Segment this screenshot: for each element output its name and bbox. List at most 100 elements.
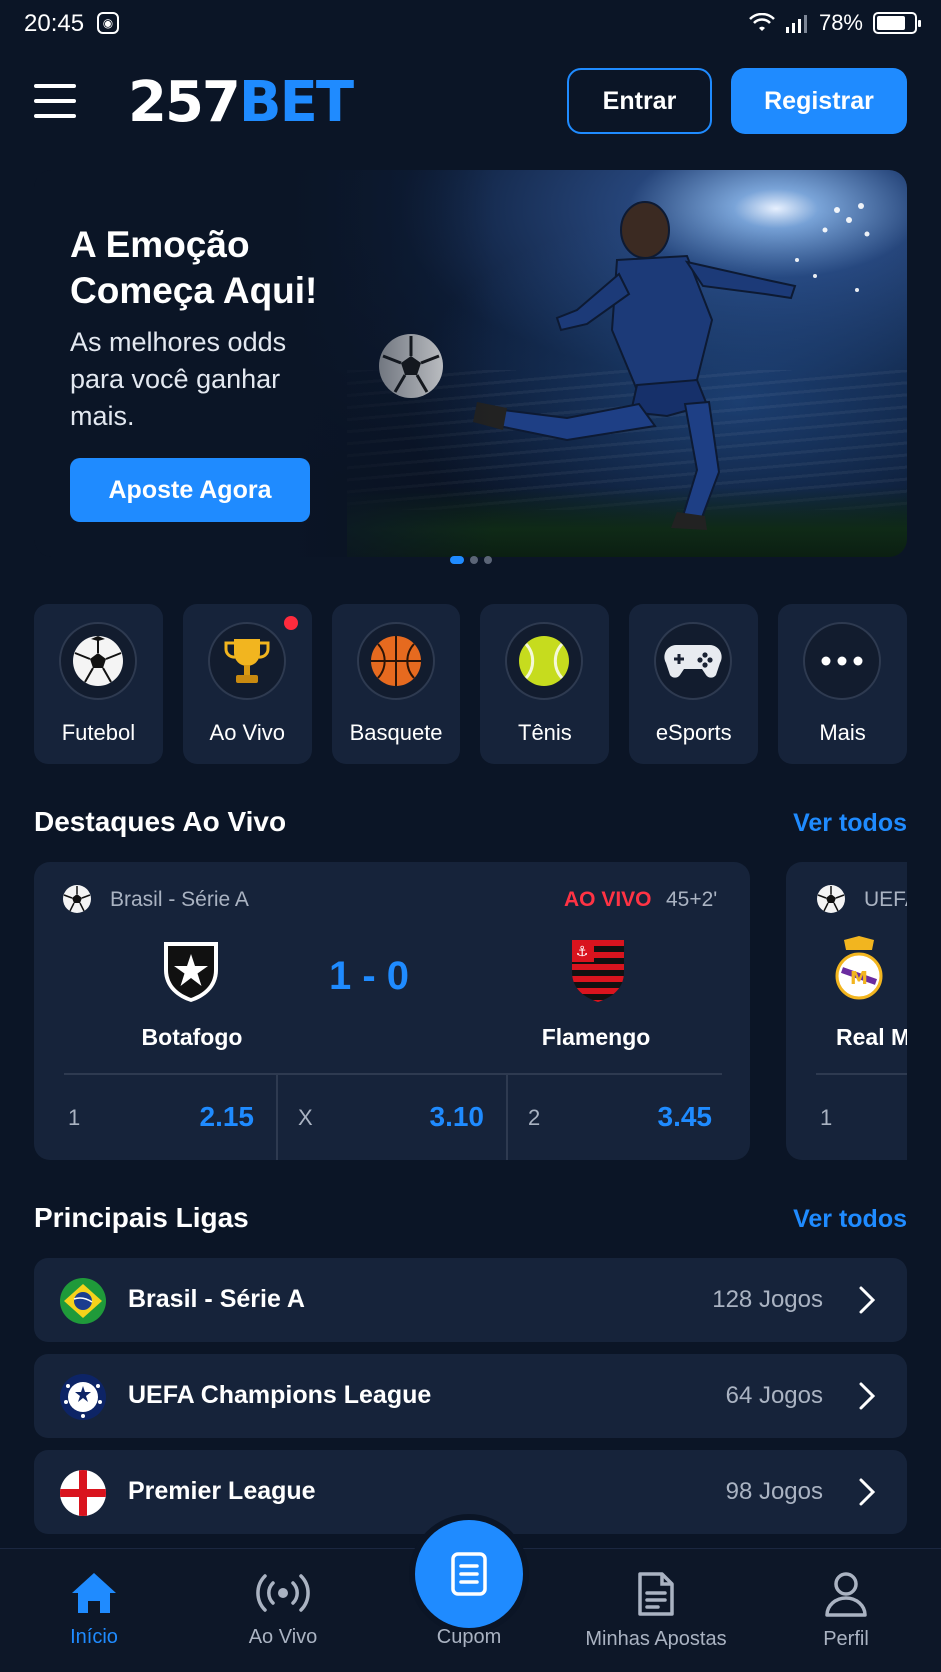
- live-status-badge: AO VIVO: [564, 888, 652, 911]
- user-icon: [825, 1572, 867, 1617]
- notification-badge: [283, 616, 298, 630]
- match-minute: 45+2': [666, 888, 718, 911]
- nav-home[interactable]: Início: [14, 1571, 174, 1649]
- sport-futebol[interactable]: Futebol: [34, 604, 163, 764]
- menu-icon[interactable]: [34, 84, 76, 118]
- sports-categories: Futebol Ao Vivo Basquete Tênis eSports M…: [34, 604, 907, 764]
- sport-label: Tênis: [518, 720, 572, 745]
- more-dots-icon: [803, 622, 882, 700]
- chevron-right-icon: [859, 1382, 876, 1410]
- odd-label[interactable]: 1: [820, 1105, 832, 1131]
- odd-home-button[interactable]: 1 2.15: [68, 1075, 254, 1160]
- logo[interactable]: 257BET: [128, 70, 354, 135]
- battery-percent: 78%: [818, 10, 863, 35]
- coupon-label: Cupom: [436, 1626, 502, 1648]
- nav-label: Início: [70, 1626, 118, 1648]
- sport-mais[interactable]: Mais: [778, 604, 907, 764]
- home-team: Botafogo: [141, 1024, 243, 1050]
- nav-my-bets[interactable]: Minhas Apostas: [576, 1571, 736, 1651]
- carousel-dot[interactable]: [469, 556, 478, 564]
- league-name: Premier League: [128, 1477, 316, 1505]
- sport-ao-vivo[interactable]: Ao Vivo: [182, 604, 312, 764]
- leagues-section-title: Principais Ligas: [34, 1202, 249, 1233]
- odd-away-button[interactable]: 2 3.45: [528, 1075, 712, 1160]
- home-team: Real M: [836, 1024, 907, 1050]
- soccer-ball-icon: [63, 885, 91, 913]
- hero-banner[interactable]: A Emoção Começa Aqui! As melhores odds p…: [34, 170, 907, 557]
- sport-label: Futebol: [61, 720, 136, 745]
- home-icon: [72, 1573, 116, 1613]
- status-time: 20:45: [24, 10, 85, 37]
- live-match-card[interactable]: Brasil - Série A AO VIVO 45+2' Botafogo …: [34, 862, 750, 1160]
- nav-label: Perfil: [823, 1628, 869, 1650]
- league-game-count: 128 Jogos: [712, 1286, 823, 1313]
- nav-live[interactable]: Ao Vivo: [203, 1571, 363, 1649]
- odd-label: 1: [68, 1105, 81, 1130]
- tennis-ball-icon: [505, 622, 584, 700]
- league-game-count: 64 Jogos: [725, 1382, 823, 1409]
- leagues-see-all-link[interactable]: Ver todos: [793, 1205, 907, 1234]
- sport-basquete[interactable]: Basquete: [331, 604, 461, 764]
- gamepad-icon: [654, 622, 733, 700]
- sport-label: Basquete: [349, 720, 443, 745]
- nav-profile[interactable]: Perfil: [766, 1571, 926, 1651]
- odd-label: X: [298, 1105, 313, 1130]
- chevron-right-icon: [859, 1286, 876, 1314]
- sport-label: Ao Vivo: [209, 720, 285, 745]
- league-name: UEFA Champions League: [128, 1381, 432, 1409]
- register-button[interactable]: Registrar: [731, 68, 907, 134]
- league-row-champions[interactable]: UEFA Champions League 64 Jogos: [34, 1354, 907, 1438]
- league-name: Brasil - Série A: [128, 1285, 305, 1313]
- status-indicators: 78%: [749, 10, 921, 36]
- document-icon: [638, 1572, 674, 1616]
- carousel-dot[interactable]: [483, 556, 492, 564]
- signal-icon: [785, 15, 807, 33]
- england-flag-icon: [60, 1470, 106, 1516]
- notification-icon: ◉: [97, 12, 119, 34]
- sport-esports[interactable]: eSports: [629, 604, 759, 764]
- carousel-indicator[interactable]: [0, 556, 941, 564]
- status-bar: 20:45 ◉ 78%: [0, 0, 941, 50]
- brazil-flag-icon: [60, 1278, 106, 1324]
- logo-brand: BET: [238, 70, 354, 135]
- odd-value: 3.45: [657, 1101, 713, 1132]
- battery-icon: [873, 12, 921, 34]
- odd-label: 2: [528, 1105, 541, 1130]
- champions-league-icon: [60, 1374, 106, 1420]
- hero-subtitle: As melhores odds para você ganhar mais.: [70, 327, 287, 431]
- soccer-ball-icon: [59, 622, 137, 700]
- login-button[interactable]: Entrar: [567, 68, 712, 134]
- sport-label: Mais: [819, 720, 866, 745]
- chevron-right-icon: [859, 1478, 876, 1506]
- league-row-brasil[interactable]: Brasil - Série A 128 Jogos: [34, 1258, 907, 1342]
- odd-draw-button[interactable]: X 3.10: [298, 1075, 484, 1160]
- odd-value: 2.15: [199, 1101, 255, 1132]
- broadcast-icon: [256, 1574, 310, 1612]
- match-score: 1 - 0: [328, 954, 410, 998]
- logo-number: 257: [128, 70, 241, 135]
- live-see-all-link[interactable]: Ver todos: [793, 809, 907, 838]
- odd-value: 3.10: [429, 1101, 485, 1132]
- sport-label: eSports: [655, 720, 732, 745]
- real-madrid-crest-icon: M: [835, 936, 883, 1000]
- svg-text:M: M: [850, 968, 868, 989]
- bet-now-button[interactable]: Aposte Agora: [70, 458, 310, 522]
- away-team: Flamengo: [541, 1024, 651, 1050]
- basketball-icon: [356, 622, 435, 700]
- match-league: Brasil - Série A: [110, 888, 249, 911]
- live-match-card-next[interactable]: UEFA M Real M 1: [786, 862, 907, 1160]
- botafogo-crest-icon: [164, 942, 218, 1002]
- wifi-icon: [749, 13, 775, 31]
- hero-title: A Emoção Começa Aqui!: [70, 224, 318, 311]
- nav-label: Minhas Apostas: [585, 1628, 727, 1650]
- match-league: UEFA: [864, 888, 907, 911]
- soccer-ball-icon: [817, 885, 845, 913]
- svg-text:⚓: ⚓: [576, 944, 589, 960]
- league-game-count: 98 Jogos: [725, 1478, 823, 1505]
- sport-tenis[interactable]: Tênis: [480, 604, 610, 764]
- trophy-icon: [207, 622, 286, 700]
- coupon-button[interactable]: [415, 1520, 523, 1628]
- flamengo-crest-icon: ⚓: [572, 940, 624, 1002]
- nav-label: Ao Vivo: [248, 1626, 318, 1648]
- carousel-dot[interactable]: [449, 556, 464, 564]
